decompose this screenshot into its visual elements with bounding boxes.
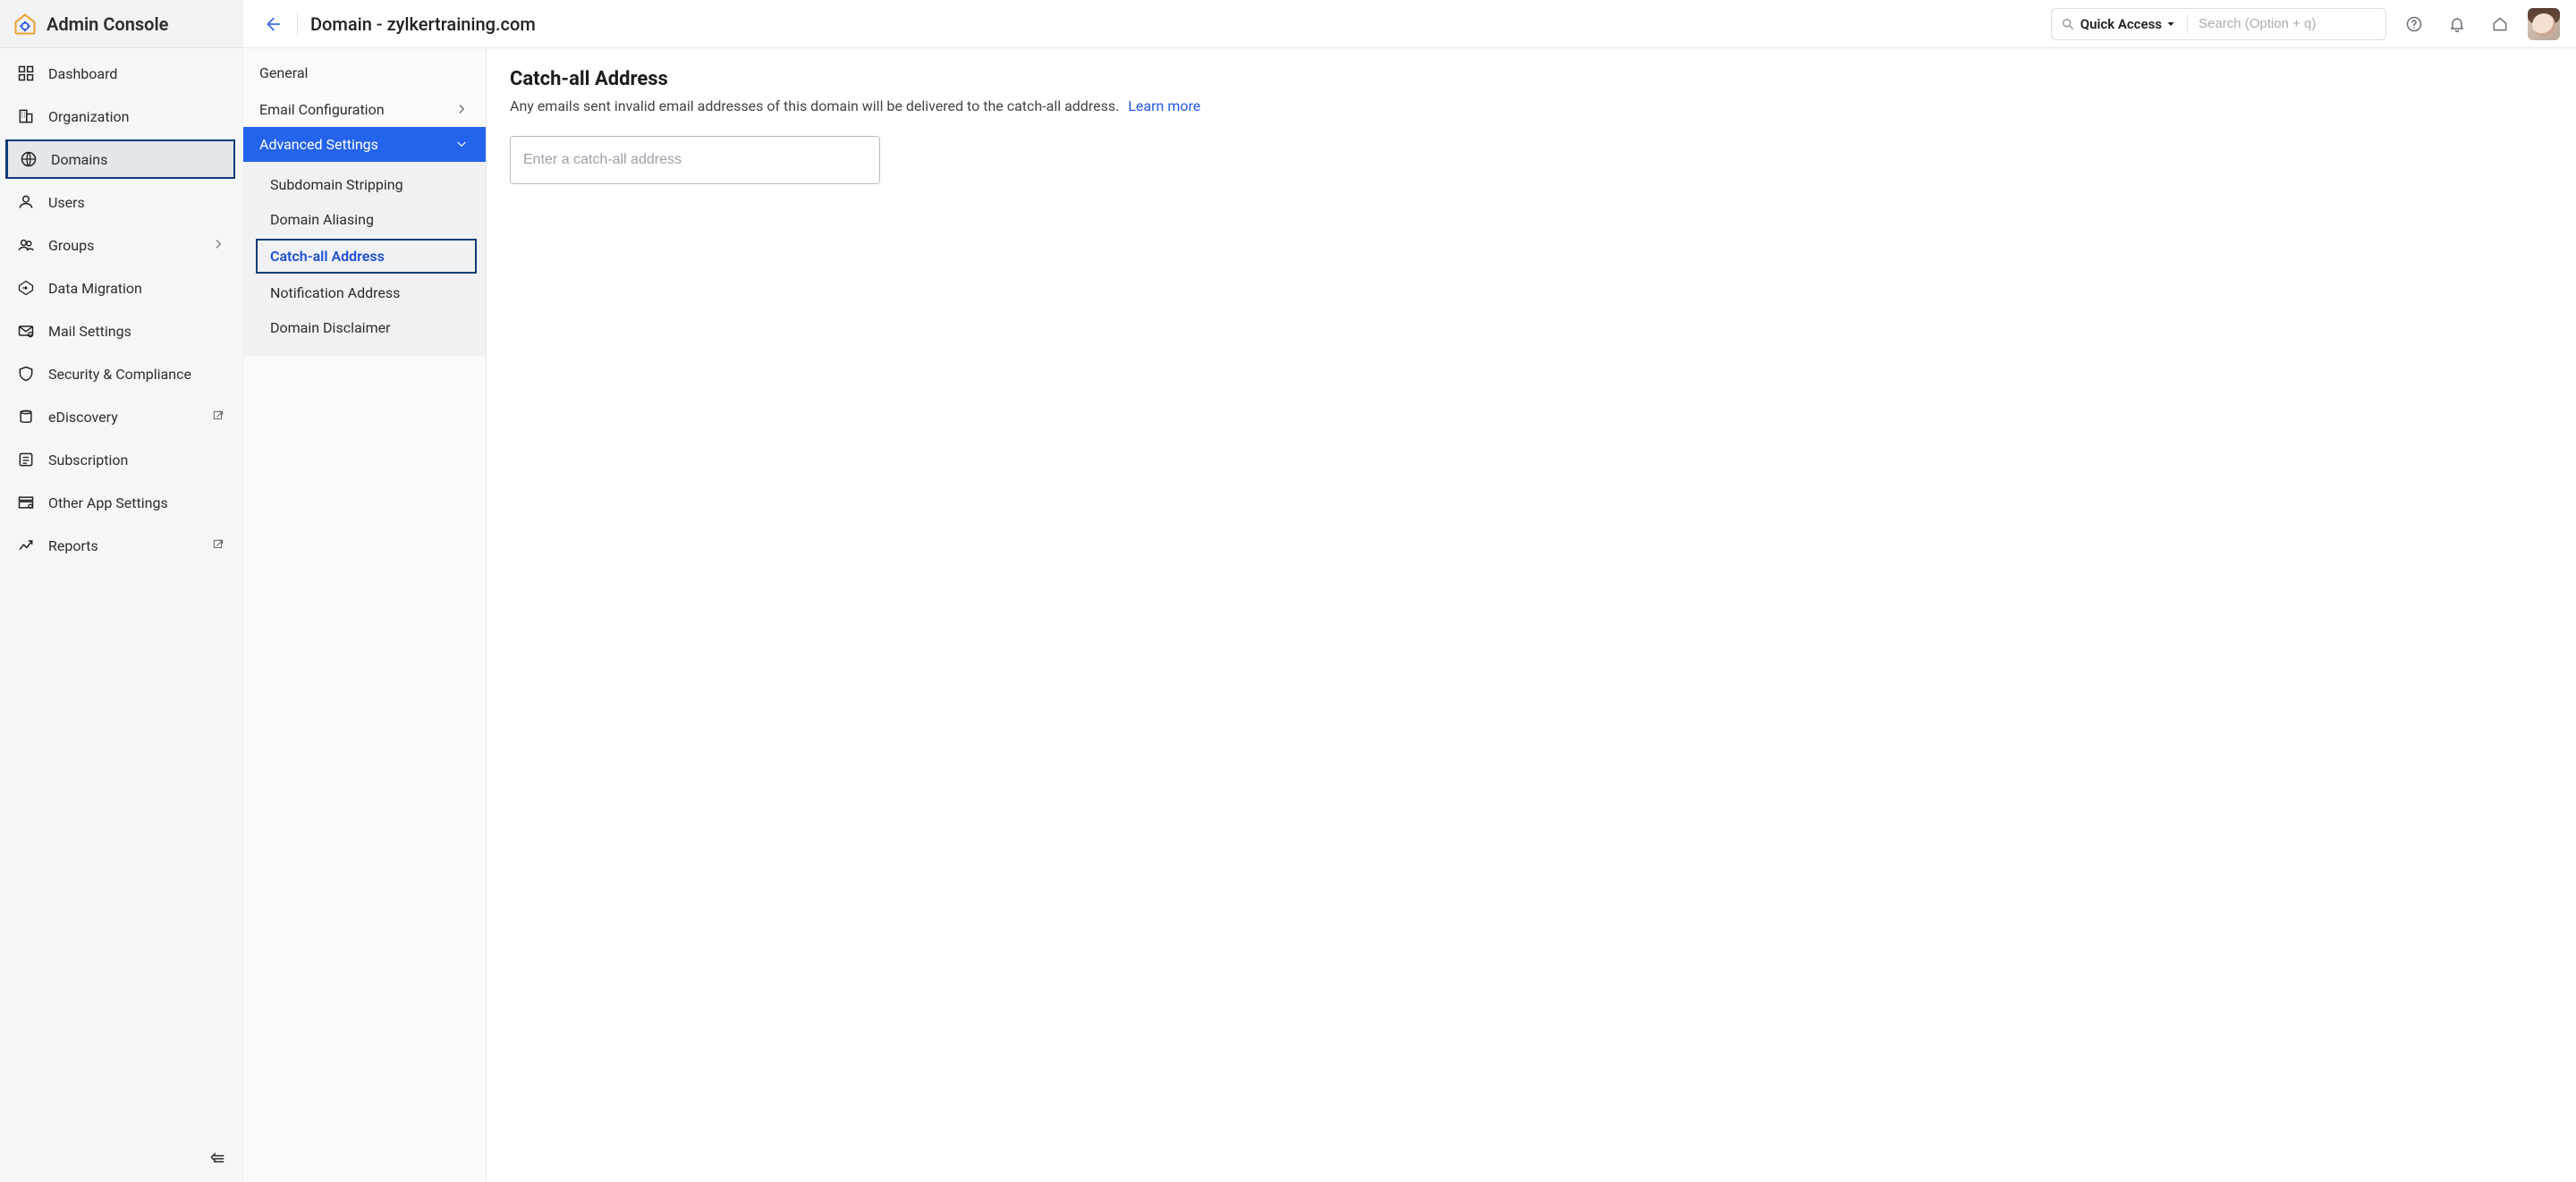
help-button[interactable] [2399,9,2429,39]
mail-settings-icon [16,321,36,341]
caret-down-icon [2165,19,2176,30]
sidebar-item-other-apps[interactable]: Other App Settings [0,481,242,524]
building-icon [16,106,36,126]
sidebar-item-users[interactable]: Users [0,181,242,224]
dashboard-icon [16,63,36,83]
topbar: Admin Console Domain - zylkertraining.co… [0,0,2576,48]
advanced-settings-submenu: Subdomain Stripping Domain Aliasing Catc… [243,162,486,356]
settings-item-label: General [259,64,308,81]
admin-console-logo-icon [13,12,38,37]
sidebar-item-label: Dashboard [48,65,117,82]
content-area: Catch-all Address Any emails sent invali… [487,48,2576,1182]
sidebar-item-label: Domains [51,151,107,168]
sidebar-item-label: Users [48,194,85,211]
reports-icon [16,536,36,555]
sidebar-item-label: Data Migration [48,280,142,297]
apps-icon [16,493,36,512]
learn-more-link[interactable]: Learn more [1128,97,1200,114]
sidebar-item-groups[interactable]: Groups [0,224,242,266]
search-icon [2061,17,2075,31]
main-layout: Dashboard Organization Domains Users [0,48,2576,1182]
user-icon [16,192,36,212]
sidebar-item-label: Reports [48,537,98,554]
globe-icon [19,149,38,169]
quick-access-label: Quick Access [2080,16,2162,32]
quick-search-box[interactable]: Quick Access [2051,8,2386,40]
external-link-icon [212,538,226,553]
back-button[interactable] [259,12,284,37]
sidebar-item-ediscovery[interactable]: eDiscovery [0,395,242,438]
sidebar-item-label: Other App Settings [48,494,168,511]
settings-panel: General Email Configuration Advanced Set… [243,48,487,1182]
sidebar-collapse-button[interactable] [207,1148,228,1169]
app-title: Admin Console [47,13,168,35]
external-link-icon [212,409,226,424]
sidebar-footer [0,1136,242,1182]
sidebar-item-reports[interactable]: Reports [0,524,242,567]
sidebar: Dashboard Organization Domains Users [0,48,243,1182]
home-button[interactable] [2485,9,2515,39]
migration-icon [16,278,36,298]
settings-item-label: Email Configuration [259,101,385,118]
notifications-button[interactable] [2442,9,2472,39]
sub-item-subdomain-stripping[interactable]: Subdomain Stripping [243,167,486,202]
separator [297,13,298,36]
topbar-brand: Admin Console [0,0,243,47]
settings-item-label: Advanced Settings [259,136,378,153]
sidebar-item-label: eDiscovery [48,409,118,426]
chevron-right-icon [455,103,470,117]
sidebar-item-organization[interactable]: Organization [0,95,242,138]
user-avatar[interactable] [2528,8,2560,40]
sidebar-item-security[interactable]: Security & Compliance [0,352,242,395]
sidebar-item-label: Subscription [48,452,128,469]
settings-item-general[interactable]: General [243,48,486,92]
sub-item-domain-disclaimer[interactable]: Domain Disclaimer [243,310,486,345]
settings-item-advanced[interactable]: Advanced Settings [243,127,486,162]
sidebar-item-data-migration[interactable]: Data Migration [0,266,242,309]
sub-item-notification-address[interactable]: Notification Address [243,275,486,310]
chevron-right-icon [212,238,226,252]
quick-access-dropdown[interactable]: Quick Access [2080,16,2176,32]
subscription-icon [16,450,36,469]
separator [2187,14,2188,34]
chevron-down-icon [455,138,470,152]
sidebar-item-label: Groups [48,237,94,254]
content-title: Catch-all Address [510,68,2553,90]
sidebar-item-mail-settings[interactable]: Mail Settings [0,309,242,352]
global-search-input[interactable] [2199,16,2377,31]
sidebar-item-subscription[interactable]: Subscription [0,438,242,481]
topbar-right: Domain - zylkertraining.com Quick Access [243,0,2576,47]
archive-icon [16,407,36,426]
sidebar-item-domains[interactable]: Domains [5,139,235,179]
sidebar-item-label: Mail Settings [48,323,131,340]
sidebar-nav: Dashboard Organization Domains Users [0,48,242,567]
users-icon [16,235,36,255]
content-description-text: Any emails sent invalid email addresses … [510,97,1119,114]
sidebar-item-label: Organization [48,108,129,125]
catch-all-address-input[interactable] [510,136,880,184]
sub-item-catch-all-address[interactable]: Catch-all Address [256,239,477,274]
settings-item-email-config[interactable]: Email Configuration [243,92,486,127]
sub-item-domain-aliasing[interactable]: Domain Aliasing [243,202,486,237]
content-description: Any emails sent invalid email addresses … [510,97,2553,114]
page-title: Domain - zylkertraining.com [310,13,536,35]
shield-icon [16,364,36,384]
sidebar-item-label: Security & Compliance [48,366,191,383]
sidebar-item-dashboard[interactable]: Dashboard [0,52,242,95]
